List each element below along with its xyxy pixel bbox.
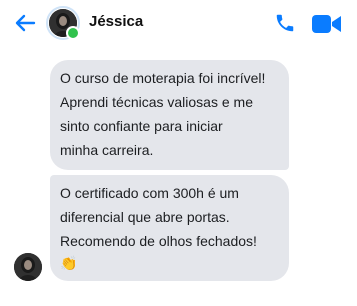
- video-call-button[interactable]: [312, 14, 342, 34]
- phone-icon: [276, 14, 294, 32]
- message-bubble[interactable]: O certificado com 300h é um diferencial …: [50, 175, 289, 281]
- call-button[interactable]: [274, 12, 296, 34]
- sender-avatar[interactable]: [14, 253, 42, 281]
- contact-name[interactable]: Jéssica: [89, 13, 143, 30]
- message-text-line: diferencial que abre portas.: [60, 209, 230, 225]
- message-bubble[interactable]: O curso de moterapia foi incrível! Apren…: [50, 60, 289, 170]
- message-text-line: sinto confiante para iniciar: [60, 118, 223, 134]
- message-text-line: O curso de moterapia foi incrível!: [60, 70, 266, 86]
- message-text-line: Aprendi técnicas valiosas e me: [60, 94, 253, 110]
- arrow-left-icon: [15, 14, 36, 32]
- message-text-line: minha carreira.: [60, 142, 154, 158]
- chat-header: Jéssica: [0, 0, 357, 46]
- back-button[interactable]: [14, 12, 36, 34]
- message-text-line: Recomendo de olhos fechados!: [60, 233, 257, 249]
- avatar-image: [14, 253, 42, 281]
- online-status-dot: [66, 26, 80, 40]
- video-camera-icon: [312, 15, 341, 33]
- message-text-line: O certificado com 300h é um: [60, 185, 239, 201]
- contact-avatar[interactable]: [46, 6, 80, 40]
- clapping-hands-emoji: 👏: [60, 255, 78, 271]
